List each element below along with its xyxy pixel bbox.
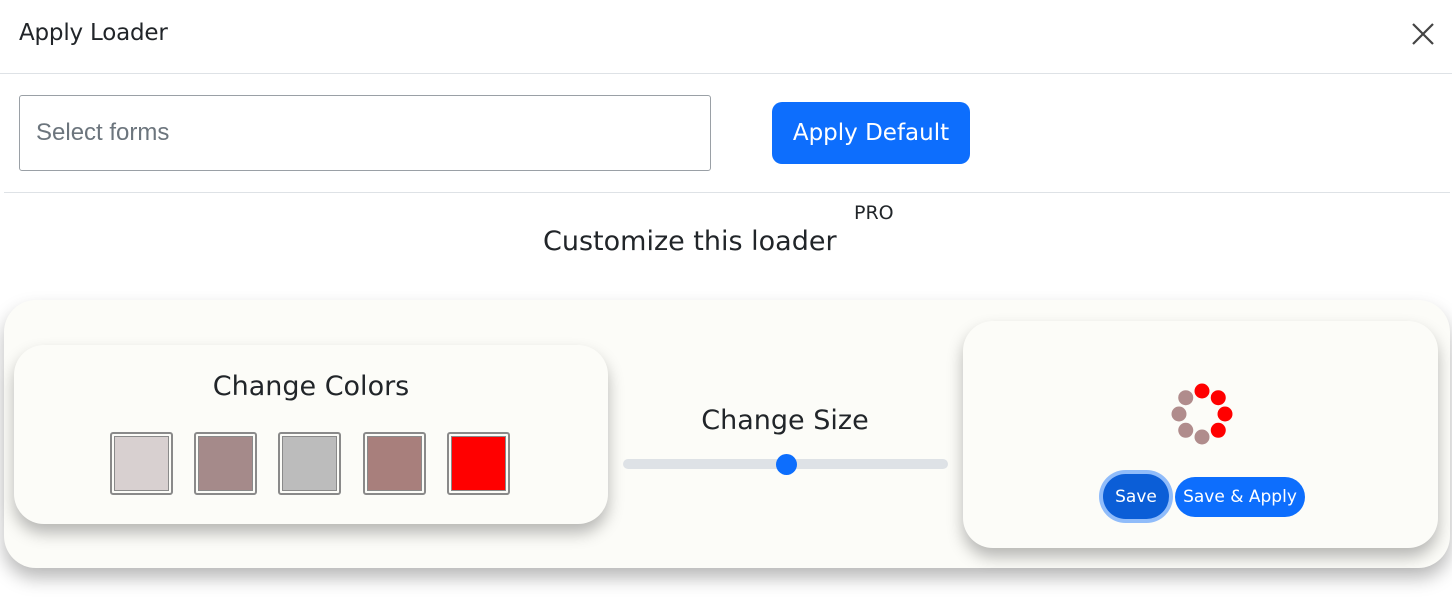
modal-header: Apply Loader <box>0 0 1452 74</box>
save-button[interactable]: Save <box>1103 474 1169 519</box>
spinner-dot <box>1194 383 1210 399</box>
apply-loader-modal: Apply Loader Apply Default Customize thi… <box>0 0 1452 600</box>
change-colors-title: Change Colors <box>212 371 410 402</box>
color-swatch-fill <box>282 436 337 491</box>
form-row: Apply Default <box>0 74 1452 192</box>
divider <box>4 192 1450 193</box>
color-swatch-fill <box>114 436 169 491</box>
spinner-dot <box>1210 390 1226 406</box>
modal-title: Apply Loader <box>19 20 168 46</box>
color-swatch[interactable] <box>278 432 341 495</box>
color-swatch-fill <box>198 436 253 491</box>
color-swatch[interactable] <box>194 432 257 495</box>
customize-heading: Customize this loader <box>543 226 837 257</box>
spinner-dot <box>1194 429 1210 445</box>
spinner-dot <box>1178 422 1194 438</box>
color-swatch[interactable] <box>447 432 510 495</box>
color-swatch[interactable] <box>110 432 173 495</box>
spinner-dot <box>1171 406 1187 422</box>
select-forms-input[interactable] <box>19 95 711 171</box>
spinner-dot <box>1217 406 1233 422</box>
color-swatch-fill <box>451 436 506 491</box>
color-swatch-fill <box>367 436 422 491</box>
spinner-dots-icon <box>1171 383 1233 445</box>
close-button[interactable] <box>1408 19 1438 49</box>
color-swatch[interactable] <box>363 432 426 495</box>
change-size-title: Change Size <box>701 405 869 436</box>
loader-preview-card: Save Save & Apply <box>963 321 1438 548</box>
pro-badge: PRO <box>854 202 894 224</box>
size-slider-thumb[interactable] <box>775 454 797 475</box>
change-colors-card: Change Colors <box>14 345 608 524</box>
save-and-apply-button[interactable]: Save & Apply <box>1175 477 1305 517</box>
apply-default-button[interactable]: Apply Default <box>772 102 970 164</box>
spinner-dot <box>1210 422 1226 438</box>
close-icon <box>1412 23 1434 45</box>
spinner-dot <box>1178 390 1194 406</box>
